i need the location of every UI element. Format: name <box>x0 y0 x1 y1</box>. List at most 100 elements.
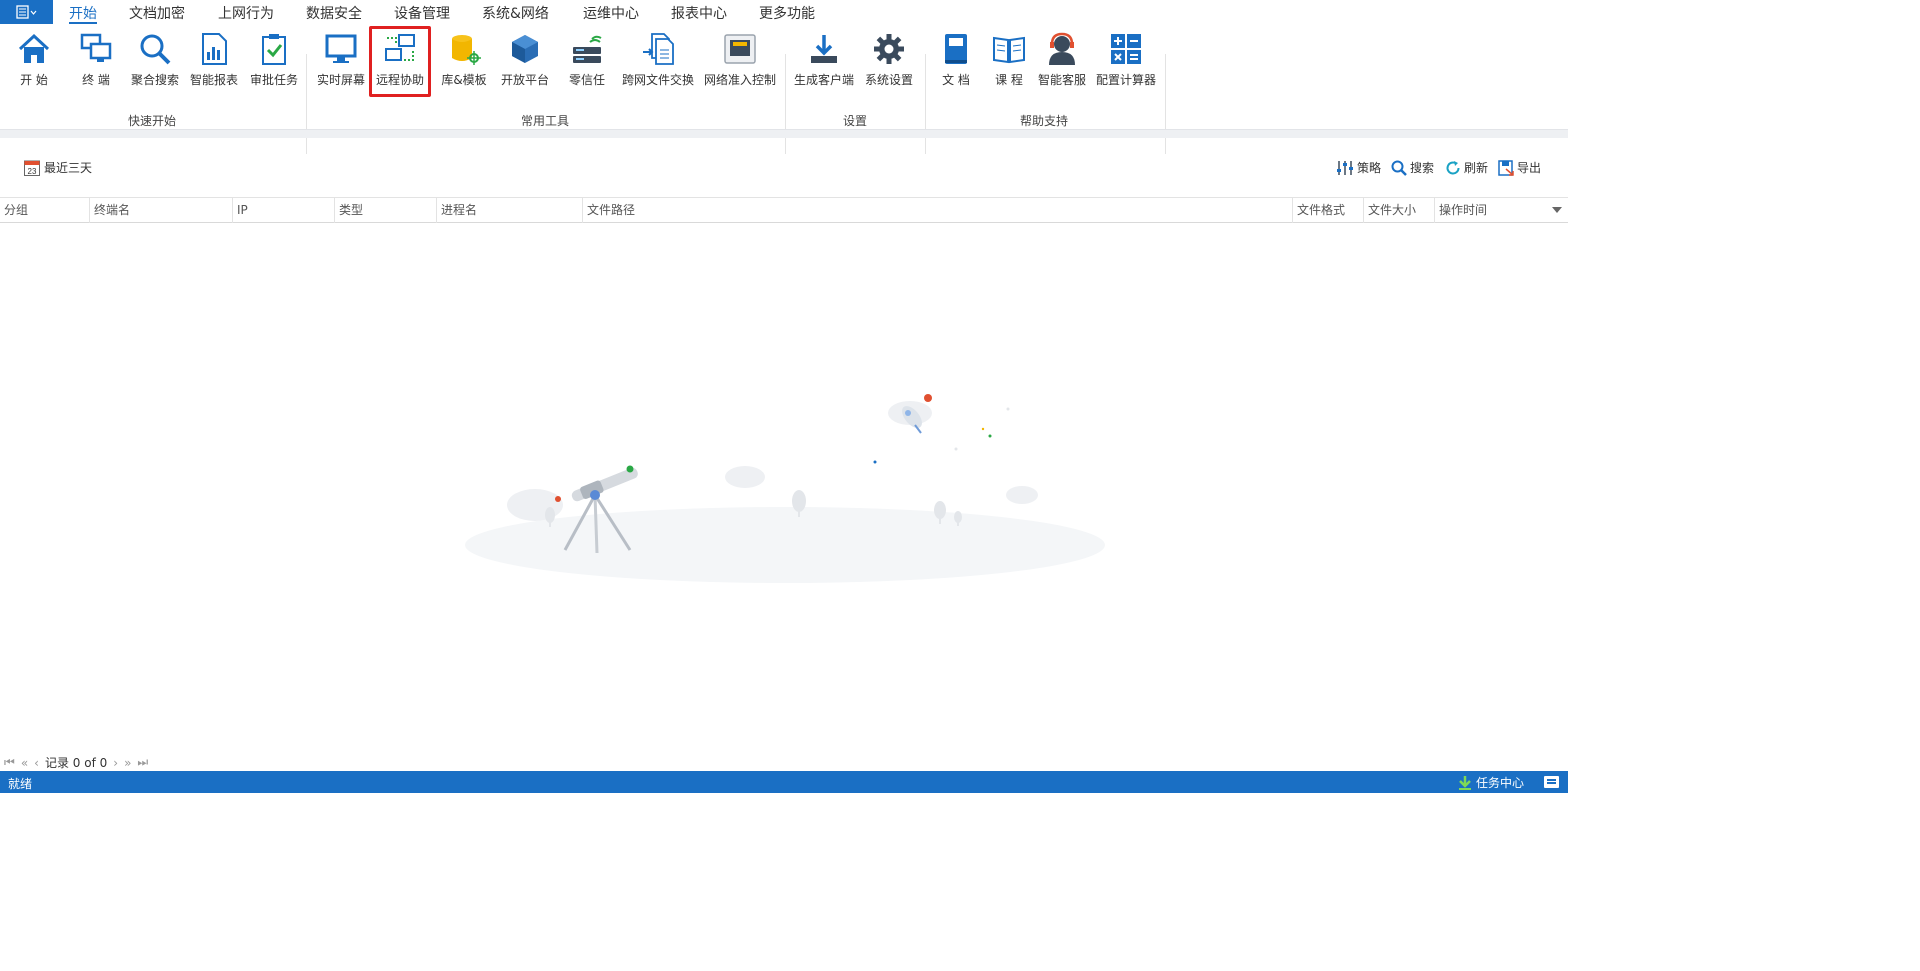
column-header-process-name[interactable]: 进程名 <box>436 198 582 223</box>
record-count: 记录 0 of 0 <box>44 756 108 770</box>
download-client-icon <box>811 35 837 63</box>
tool-zero-trust[interactable]: 零信任 <box>560 28 614 100</box>
column-header-file-size[interactable]: 文件大小 <box>1363 198 1434 223</box>
group-label-settings: 设置 <box>843 114 868 128</box>
zero-trust-icon <box>573 35 602 63</box>
approval-icon <box>262 34 286 65</box>
export-button[interactable]: 导出 <box>1498 159 1541 176</box>
menu-tab-doc-encryption[interactable]: 文档加密 <box>129 3 185 23</box>
tool-label: 文 档 <box>942 73 970 87</box>
ribbon-bottom-bar <box>0 129 1568 138</box>
tool-config-calculator[interactable]: 配置计算器 <box>1094 28 1158 100</box>
task-center-button[interactable]: 任务中心 <box>1458 774 1524 791</box>
menu-tab-more-functions[interactable]: 更多功能 <box>759 3 815 23</box>
refresh-button[interactable]: 刷新 <box>1445 159 1488 176</box>
tool-cross-network-file-exchange[interactable]: 跨网文件交换 <box>620 28 696 100</box>
tool-smart-support[interactable]: 智能客服 <box>1035 28 1089 100</box>
tool-label: 跨网文件交换 <box>621 73 694 87</box>
terminal-computers-icon <box>80 33 112 62</box>
refresh-label: 刷新 <box>1464 161 1489 175</box>
open-platform-icon <box>512 35 538 63</box>
column-header-file-format[interactable]: 文件格式 <box>1292 198 1363 223</box>
last-page-icon[interactable]: ⏭ <box>137 755 148 770</box>
monitor-icon <box>325 34 357 63</box>
filter-toolbar: 23 最近三天 策略 搜索 刷新 导出 <box>0 154 1568 182</box>
status-text: 就绪 <box>8 777 33 791</box>
column-header-operation-time-label: 操作时间 <box>1439 203 1488 217</box>
tool-terminals[interactable]: 终 端 <box>70 28 122 100</box>
prev-block-icon[interactable]: « <box>21 756 28 770</box>
tool-label: 课 程 <box>995 73 1023 87</box>
next-block-icon[interactable]: » <box>124 756 131 770</box>
column-header-group[interactable]: 分组 <box>0 198 89 223</box>
tool-aggregate-search[interactable]: 聚合搜索 <box>128 28 182 100</box>
first-page-icon[interactable]: ⏮ <box>4 755 15 770</box>
tool-realtime-screen[interactable]: 实时屏幕 <box>314 28 368 100</box>
empty-state-illustration <box>465 394 1105 583</box>
tool-label: 网络准入控制 <box>703 73 776 87</box>
tool-label: 审批任务 <box>249 73 298 87</box>
app-menu-button[interactable] <box>0 0 53 24</box>
chevron-down-icon[interactable] <box>1552 207 1562 213</box>
tool-system-settings[interactable]: 系统设置 <box>862 28 916 100</box>
column-header-type[interactable]: 类型 <box>334 198 436 223</box>
tool-generate-client[interactable]: 生成客户端 <box>792 28 856 100</box>
highlight-box <box>369 26 431 97</box>
group-separator <box>1165 54 1166 154</box>
sliders-icon <box>1337 160 1353 175</box>
tool-label: 零信任 <box>568 73 605 87</box>
svg-text:23: 23 <box>28 167 37 176</box>
book-icon <box>945 34 967 64</box>
search-icon <box>140 34 171 65</box>
tool-open-platform[interactable]: 开放平台 <box>497 28 553 100</box>
date-range-button[interactable]: 23 最近三天 <box>24 159 92 176</box>
menu-tab-start[interactable]: 开始 <box>69 3 97 23</box>
tool-courses[interactable]: 课 程 <box>983 28 1035 100</box>
table-header: 分组 终端名 IP 类型 进程名 文件路径 文件格式 文件大小 操作时间 <box>0 197 1568 223</box>
tool-start[interactable]: 开 始 <box>8 28 60 100</box>
tool-label: 配置计算器 <box>1095 73 1156 87</box>
database-template-icon <box>452 35 481 65</box>
column-header-file-path[interactable]: 文件路径 <box>582 198 1292 223</box>
pager: ⏮ « ‹ 记录 0 of 0 › » ⏭ <box>4 754 148 771</box>
status-bar: 就绪 任务中心 <box>0 771 1568 793</box>
group-separator <box>925 54 926 154</box>
next-page-icon[interactable]: › <box>113 756 118 770</box>
menu-tab-device-management[interactable]: 设备管理 <box>394 3 450 23</box>
group-separator <box>306 54 307 154</box>
tool-documents[interactable]: 文 档 <box>930 28 982 100</box>
menu-tab-web-behavior[interactable]: 上网行为 <box>218 3 274 23</box>
search-button[interactable]: 搜索 <box>1391 159 1434 176</box>
refresh-icon <box>1446 160 1460 174</box>
calendar-icon: 23 <box>24 160 40 176</box>
tool-library-template[interactable]: 库&模板 <box>437 28 491 100</box>
column-header-operation-time[interactable]: 操作时间 <box>1434 198 1568 223</box>
tool-network-access-control[interactable]: 网络准入控制 <box>701 28 779 100</box>
ribbon: 开 始 终 端 聚合搜索 智能报表 审批任务 实时屏幕 远程协助 库&模板 开放… <box>0 26 1568 154</box>
menu-list-icon <box>15 5 36 19</box>
menu-tab-system-network[interactable]: 系统&网络 <box>482 3 549 23</box>
menu-tab-ops-center[interactable]: 运维中心 <box>583 3 639 23</box>
date-range-label: 最近三天 <box>44 161 93 175</box>
prev-page-icon[interactable]: ‹ <box>34 756 39 770</box>
tool-label[interactable]: 聚合搜索 <box>128 71 182 88</box>
tool-smart-report[interactable]: 智能报表 <box>187 28 241 100</box>
gear-icon <box>874 34 904 64</box>
tool-label: 库&模板 <box>441 73 487 87</box>
menu-tab-report-center[interactable]: 报表中心 <box>671 3 727 23</box>
strategy-button[interactable]: 策略 <box>1336 159 1381 176</box>
group-label-common-tools: 常用工具 <box>521 114 570 128</box>
menu-tab-data-security[interactable]: 数据安全 <box>306 3 362 23</box>
tool-approval-tasks[interactable]: 审批任务 <box>247 28 301 100</box>
calculator-icon <box>1111 34 1141 64</box>
group-label-quick-start: 快速开始 <box>128 114 177 128</box>
network-access-icon <box>724 34 756 64</box>
export-label: 导出 <box>1517 161 1542 175</box>
export-icon <box>1498 159 1514 176</box>
group-label-help-support: 帮助支持 <box>1020 114 1069 128</box>
tool-label: 智能报表 <box>189 73 238 87</box>
column-header-ip[interactable]: IP <box>232 198 334 223</box>
task-center-label: 任务中心 <box>1476 776 1525 790</box>
column-header-terminal-name[interactable]: 终端名 <box>89 198 232 223</box>
message-icon[interactable] <box>1544 776 1559 788</box>
